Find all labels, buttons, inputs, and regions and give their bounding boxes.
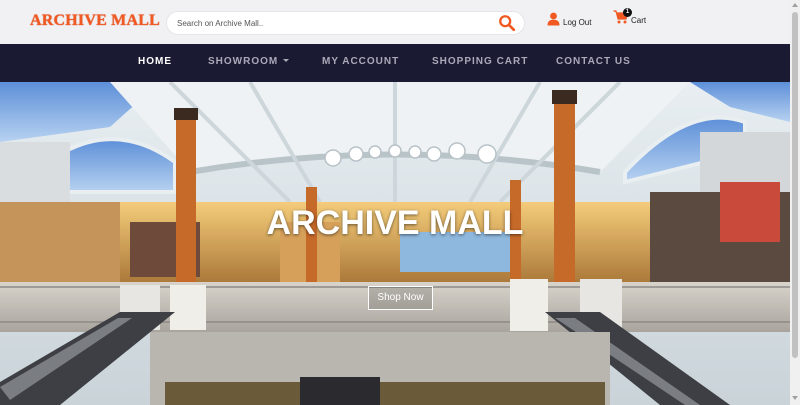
hero-banner: ARCHIVE MALL Shop Now [0, 82, 790, 405]
scrollbar-thumb[interactable] [792, 12, 798, 358]
nav-contact-us[interactable]: CONTACT US [556, 56, 631, 67]
page-scrollbar[interactable] [790, 0, 800, 405]
top-header: ARCHIVE MALL Log Out 1 Cart [0, 0, 790, 44]
scroll-up-arrow-icon[interactable] [792, 3, 798, 7]
nav-home[interactable]: HOME [138, 56, 172, 67]
search-input[interactable] [167, 13, 487, 33]
nav-my-account[interactable]: MY ACCOUNT [322, 56, 399, 67]
cart-label: Cart [631, 15, 647, 25]
shop-now-button[interactable]: Shop Now [368, 286, 433, 310]
site-logo[interactable]: ARCHIVE MALL [30, 12, 160, 30]
nav-showroom[interactable]: SHOWROOM [208, 56, 290, 67]
cart-button[interactable]: 1 Cart [613, 8, 647, 25]
user-icon [547, 12, 560, 25]
hero-background-image [0, 82, 790, 405]
search-bar [166, 11, 525, 35]
nav-shopping-cart[interactable]: SHOPPING CART [432, 56, 528, 67]
chevron-down-icon [283, 59, 290, 62]
nav-showroom-label: SHOWROOM [208, 56, 279, 67]
cart-count-badge: 1 [623, 8, 632, 17]
main-nav: HOME SHOWROOM MY ACCOUNT SHOPPING CART C… [0, 44, 790, 82]
logout-label: Log Out [563, 18, 592, 27]
logout-button[interactable]: Log Out [547, 10, 591, 27]
scroll-down-arrow-icon[interactable] [792, 396, 798, 400]
hero-title: ARCHIVE MALL [266, 204, 524, 242]
search-icon[interactable] [498, 14, 516, 32]
